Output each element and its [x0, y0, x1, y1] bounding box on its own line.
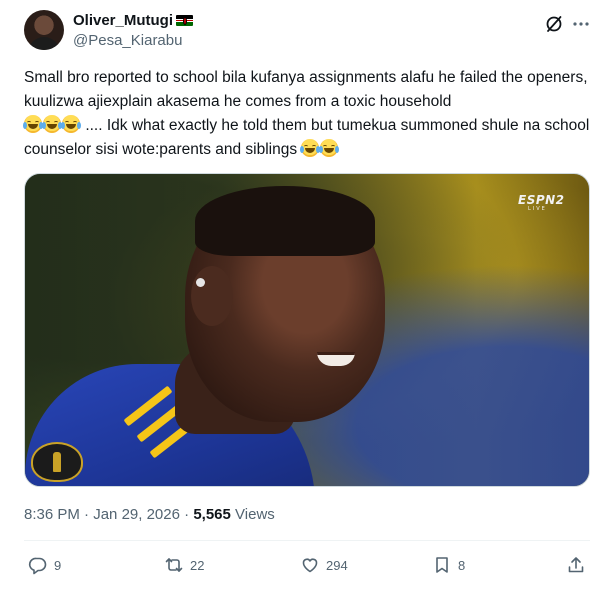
divider [24, 540, 590, 541]
tweet-text: Small bro reported to school bila kufany… [23, 66, 594, 162]
repost-count: 22 [190, 557, 205, 573]
views-label: Views [235, 506, 275, 523]
meta-separator: · [84, 506, 90, 523]
author-name-row[interactable]: Oliver_Mutugi [73, 11, 194, 30]
views-count: 5,565 [193, 506, 231, 523]
bookmark-icon [436, 557, 448, 573]
repost-icon [165, 558, 183, 572]
share-icon [568, 557, 584, 573]
bookmark-button[interactable]: 8 [432, 555, 465, 575]
repost-button[interactable]: 22 [164, 555, 204, 575]
tweet-card: Oliver_Mutugi @Pesa_Kiarabu Small bro re… [0, 0, 611, 597]
tears-of-joy-emoji-icon [300, 139, 321, 157]
emoji-group-1 [23, 115, 85, 134]
crying-face-emoji-icon [23, 115, 43, 133]
bookmark-count: 8 [458, 557, 466, 573]
like-icon [302, 558, 318, 573]
action-bar: 9 22 294 8 [24, 551, 594, 581]
kenya-flag-icon [176, 15, 194, 26]
tweet-media-photo[interactable]: ESPN2 LIVE [24, 173, 590, 487]
espn2-live-label: LIVE [528, 206, 547, 212]
tweet-text-part1: Small bro reported to school bila kufany… [24, 69, 588, 110]
photo-earring [196, 278, 205, 287]
reply-icon [28, 557, 47, 575]
share-button[interactable] [566, 555, 586, 575]
photo-hair [195, 186, 375, 256]
author-display-name[interactable]: Oliver_Mutugi [73, 11, 173, 30]
espn2-logo: ESPN2 [518, 193, 565, 207]
tweet-time[interactable]: 8:36 PM [24, 506, 80, 523]
like-count: 294 [326, 557, 348, 573]
tears-of-joy-emoji-icon [42, 115, 62, 133]
tweet-meta: 8:36 PM · Jan 29, 2026 · 5,565 Views [24, 505, 275, 524]
author-handle[interactable]: @Pesa_Kiarabu [73, 31, 193, 50]
photo-ear [191, 266, 233, 326]
more-icon[interactable] [571, 14, 591, 34]
reply-button[interactable]: 9 [28, 555, 61, 575]
meta-separator: · [184, 506, 190, 523]
avatar[interactable] [24, 10, 64, 50]
grok-icon[interactable] [544, 14, 564, 34]
tweet-date[interactable]: Jan 29, 2026 [93, 506, 180, 523]
tournament-badge-icon [31, 442, 83, 482]
tears-of-joy-emoji-icon [61, 115, 81, 133]
reply-count: 9 [54, 557, 62, 573]
author-block: Oliver_Mutugi @Pesa_Kiarabu [73, 11, 194, 50]
tears-of-joy-emoji-icon [319, 139, 340, 157]
emoji-group-2 [300, 139, 340, 158]
avatar-shoulders [28, 37, 60, 50]
like-button[interactable]: 294 [300, 555, 348, 575]
